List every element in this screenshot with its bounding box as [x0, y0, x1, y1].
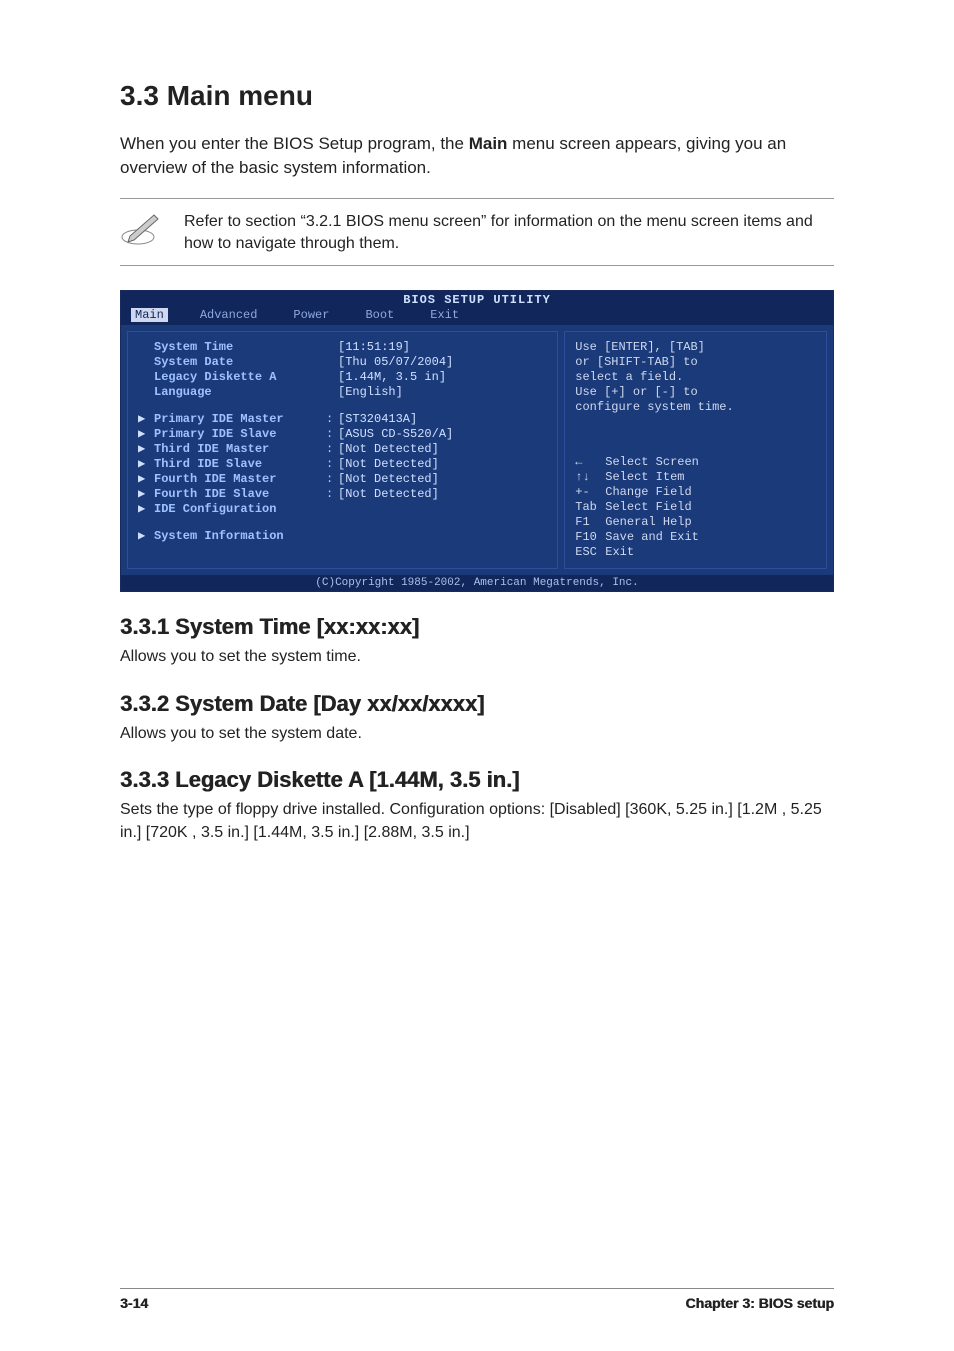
- subsection-text: Sets the type of floppy drive installed.…: [120, 799, 834, 844]
- bios-help-line: Use [+] or [-] to: [575, 385, 816, 400]
- bios-key-hint: F1General Help: [575, 515, 816, 530]
- bios-key-hint: ESCExit: [575, 545, 816, 560]
- bios-help-panel: Use [ENTER], [TAB] or [SHIFT-TAB] to sel…: [564, 331, 827, 569]
- bios-row-language[interactable]: Language[English]: [138, 385, 547, 400]
- subsection-heading: 3.3.2 System Date [Day xx/xx/xxxx]: [120, 691, 834, 717]
- bios-tab-main[interactable]: Main: [131, 308, 168, 322]
- bios-row-third-ide-slave[interactable]: ▶Third IDE Slave:[Not Detected]: [138, 457, 547, 472]
- bios-key-hint: ←Select Screen: [575, 455, 816, 470]
- bios-screenshot: BIOS SETUP UTILITY Main Advanced Power B…: [120, 290, 834, 592]
- page-number: 3-14: [120, 1295, 148, 1311]
- note-block: Refer to section “3.2.1 BIOS menu screen…: [120, 198, 834, 267]
- bios-tab-power[interactable]: Power: [289, 308, 333, 322]
- bios-help-line: Use [ENTER], [TAB]: [575, 340, 816, 355]
- bios-key-hint: TabSelect Field: [575, 500, 816, 515]
- section-heading: 3.3 Main menu: [120, 80, 834, 112]
- bios-left-panel: System Time[11:51:19] System Date[Thu 05…: [127, 331, 558, 569]
- bios-row-legacy-diskette[interactable]: Legacy Diskette A[1.44M, 3.5 in]: [138, 370, 547, 385]
- bios-row-system-time[interactable]: System Time[11:51:19]: [138, 340, 547, 355]
- bios-row-system-date[interactable]: System Date[Thu 05/07/2004]: [138, 355, 547, 370]
- intro-text-bold: Main: [469, 134, 508, 153]
- bios-tab-boot[interactable]: Boot: [361, 308, 398, 322]
- pencil-note-icon: [120, 209, 164, 249]
- bios-tab-exit[interactable]: Exit: [426, 308, 463, 322]
- intro-paragraph: When you enter the BIOS Setup program, t…: [120, 132, 834, 180]
- bios-key-hint: ↑↓Select Item: [575, 470, 816, 485]
- subsection-heading: 3.3.3 Legacy Diskette A [1.44M, 3.5 in.]: [120, 767, 834, 793]
- bios-help-line: or [SHIFT-TAB] to: [575, 355, 816, 370]
- bios-title: BIOS SETUP UTILITY: [121, 291, 833, 307]
- page-footer: 3-14 Chapter 3: BIOS setup: [120, 1288, 834, 1311]
- bios-key-hint: F10Save and Exit: [575, 530, 816, 545]
- intro-text-before: When you enter the BIOS Setup program, t…: [120, 134, 469, 153]
- bios-help-line: configure system time.: [575, 400, 816, 415]
- bios-row-third-ide-master[interactable]: ▶Third IDE Master:[Not Detected]: [138, 442, 547, 457]
- bios-help-line: select a field.: [575, 370, 816, 385]
- bios-row-system-info[interactable]: ▶System Information: [138, 529, 547, 544]
- bios-tab-advanced[interactable]: Advanced: [196, 308, 262, 322]
- bios-menubar: Main Advanced Power Boot Exit: [121, 307, 833, 325]
- bios-row-fourth-ide-slave[interactable]: ▶Fourth IDE Slave:[Not Detected]: [138, 487, 547, 502]
- bios-row-fourth-ide-master[interactable]: ▶Fourth IDE Master:[Not Detected]: [138, 472, 547, 487]
- bios-copyright: (C)Copyright 1985-2002, American Megatre…: [121, 575, 833, 591]
- bios-row-primary-ide-master[interactable]: ▶Primary IDE Master:[ST320413A]: [138, 412, 547, 427]
- chapter-label: Chapter 3: BIOS setup: [685, 1295, 834, 1311]
- subsection-text: Allows you to set the system time.: [120, 646, 834, 668]
- bios-row-ide-config[interactable]: ▶IDE Configuration: [138, 502, 547, 517]
- bios-key-hint: +-Change Field: [575, 485, 816, 500]
- subsection-heading: 3.3.1 System Time [xx:xx:xx]: [120, 614, 834, 640]
- bios-row-primary-ide-slave[interactable]: ▶Primary IDE Slave:[ASUS CD-S520/A]: [138, 427, 547, 442]
- note-text: Refer to section “3.2.1 BIOS menu screen…: [184, 209, 834, 256]
- subsection-text: Allows you to set the system date.: [120, 723, 834, 745]
